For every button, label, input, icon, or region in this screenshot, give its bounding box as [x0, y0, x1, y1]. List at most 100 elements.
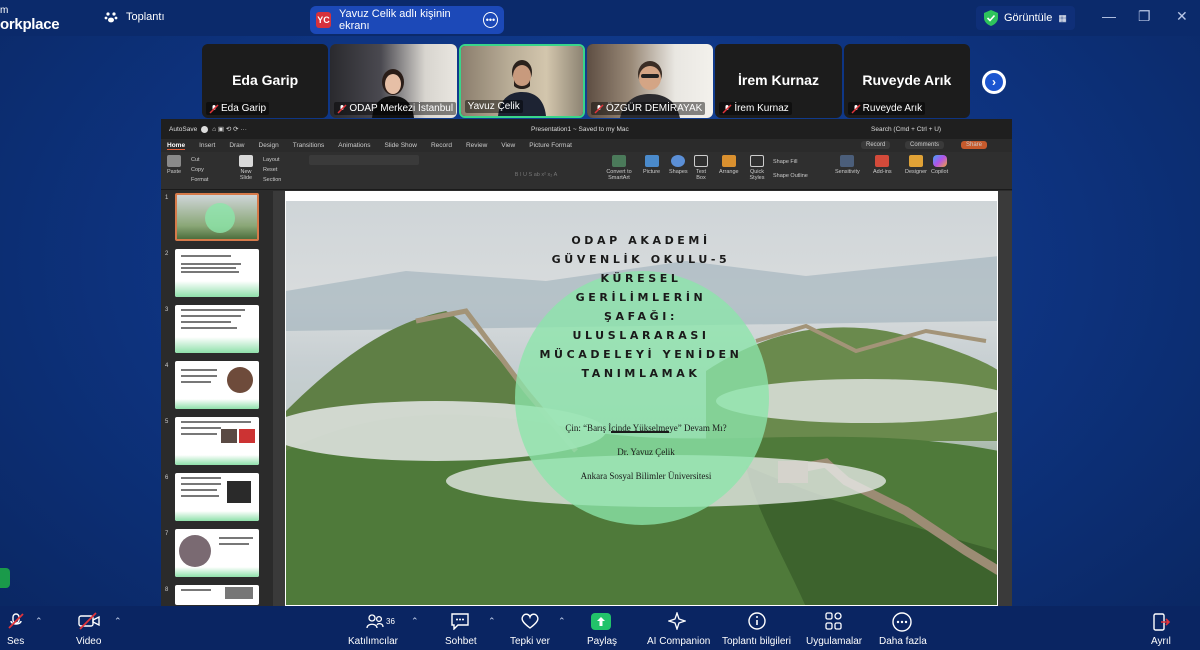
chat-chevron-icon[interactable]: ⌃: [488, 616, 496, 627]
font-select[interactable]: [309, 155, 419, 165]
slide-author[interactable]: Dr. Yavuz Çelik: [526, 447, 766, 457]
share-button[interactable]: Share: [961, 141, 988, 149]
textbox-button[interactable]: Text Box: [693, 155, 709, 181]
participant-tile[interactable]: Ruveyde Arık Ruveyde Arık: [843, 44, 970, 118]
slide-thumb-5[interactable]: [175, 417, 259, 465]
tab-home[interactable]: Home: [167, 142, 186, 150]
designer-button[interactable]: Designer: [905, 155, 927, 175]
tab-animations[interactable]: Animations: [338, 142, 370, 149]
slide-thumb-1[interactable]: [175, 193, 259, 241]
participants-chevron-icon[interactable]: ⌃: [411, 616, 419, 627]
tab-transitions[interactable]: Transitions: [293, 142, 325, 149]
ai-companion-button[interactable]: [666, 610, 688, 635]
next-page-button[interactable]: ›: [982, 70, 1006, 94]
slide-1[interactable]: ODAP AKADEMİ GÜVENLİK OKULU-5 KÜRESEL GE…: [285, 200, 998, 606]
shapes-button[interactable]: Shapes: [669, 155, 688, 175]
shape-fill-button[interactable]: Shape Fill: [773, 155, 808, 169]
tab-draw[interactable]: Draw: [229, 142, 244, 149]
view-label: Görüntüle: [1004, 12, 1053, 24]
participant-tile-active-speaker[interactable]: Yavuz Çelik: [458, 44, 585, 118]
more-options-icon[interactable]: •••: [482, 12, 498, 28]
meeting-info-button[interactable]: [748, 612, 766, 635]
pencil-icon[interactable]: [0, 568, 10, 588]
close-icon[interactable]: ✕: [1176, 8, 1188, 25]
reset-button[interactable]: Reset: [263, 165, 281, 175]
doc-title: Presentation1 ~ Saved to my Mac: [531, 125, 629, 133]
slide-affiliation[interactable]: Ankara Sosyal Bilimler Üniversitesi: [526, 471, 766, 481]
slide-thumb-7[interactable]: [175, 529, 259, 577]
cut-button[interactable]: Cut: [191, 155, 208, 165]
quick-styles-button[interactable]: Quick Styles: [747, 155, 767, 181]
layout-button[interactable]: Layout: [263, 155, 281, 165]
selected-textbox-frame[interactable]: [285, 191, 998, 200]
chat-icon: [451, 613, 469, 631]
arrange-button[interactable]: Arrange: [719, 155, 739, 175]
slide-thumb-4[interactable]: [175, 361, 259, 409]
participant-tile[interactable]: ODAP Merkezi İstanbul: [330, 44, 457, 118]
participant-name: Yavuz Çelik: [467, 101, 520, 112]
slide-thumb-2[interactable]: [175, 249, 259, 297]
slide-thumb-3[interactable]: [175, 305, 259, 353]
react-chevron-icon[interactable]: ⌃: [558, 616, 566, 627]
participants-label: Katılımcılar: [348, 636, 399, 647]
share-icon: [597, 616, 605, 626]
restore-icon[interactable]: ❐: [1138, 8, 1151, 25]
slide-thumbnails: 1 2 3 4 5 6 7 8: [161, 191, 273, 606]
screen-share-tab[interactable]: YC Yavuz Celik adlı kişinin ekranı •••: [310, 6, 504, 34]
meeting-tab[interactable]: Toplantı: [104, 10, 165, 24]
autosave-label: AutoSave: [169, 125, 198, 133]
copy-button[interactable]: Copy: [191, 165, 208, 175]
share-screen-button[interactable]: [591, 613, 611, 630]
mic-off-icon: [337, 103, 347, 114]
participant-tile[interactable]: ÖZGÜR DEMİRAYAK: [587, 44, 714, 118]
format-button[interactable]: Format: [191, 175, 208, 185]
participant-tile[interactable]: İrem Kurnaz İrem Kurnaz: [715, 44, 842, 118]
audio-options-chevron-icon[interactable]: ⌃: [35, 616, 43, 627]
chat-button[interactable]: [450, 612, 470, 635]
tab-design[interactable]: Design: [259, 142, 279, 149]
section-button[interactable]: Section: [263, 175, 281, 185]
participant-tile[interactable]: Eda Garip Eda Garip: [202, 44, 329, 118]
new-slide-button[interactable]: New Slide: [235, 155, 257, 181]
audio-button[interactable]: [5, 612, 27, 635]
slide-title[interactable]: ODAP AKADEMİ GÜVENLİK OKULU-5 KÜRESEL GE…: [486, 231, 796, 383]
paw-icon: [104, 12, 118, 23]
paste-button[interactable]: Paste: [167, 155, 181, 175]
sensitivity-button[interactable]: Sensitivity: [835, 155, 860, 175]
tab-insert[interactable]: Insert: [199, 142, 215, 149]
record-button[interactable]: Record: [861, 141, 891, 149]
participant-count: 36: [386, 617, 395, 626]
tab-record[interactable]: Record: [431, 142, 452, 149]
tab-view[interactable]: View: [501, 142, 515, 149]
mic-off-icon: [722, 103, 732, 114]
slide-thumb-8[interactable]: [175, 585, 259, 605]
leave-button[interactable]: [1151, 612, 1171, 637]
picture-button[interactable]: Picture: [643, 155, 660, 175]
video-button[interactable]: [78, 612, 100, 635]
ai-companion-label: AI Companion: [647, 636, 711, 647]
slide-subtitle[interactable]: Çin: “Barış İçinde Yükselmeye” Devam Mı?: [526, 423, 766, 433]
minimize-icon[interactable]: —: [1102, 8, 1116, 24]
participants-button[interactable]: [366, 613, 384, 634]
autosave-toggle[interactable]: [201, 125, 209, 133]
more-button[interactable]: [892, 612, 912, 637]
view-button[interactable]: Görüntüle ▦: [976, 6, 1075, 30]
react-button[interactable]: [520, 612, 540, 635]
shape-outline-button[interactable]: Shape Outline: [773, 169, 808, 183]
search-field[interactable]: Search (Cmd + Ctrl + U): [871, 126, 941, 133]
tab-review[interactable]: Review: [466, 142, 487, 149]
apps-button[interactable]: [825, 612, 843, 635]
participant-name: ODAP Merkezi İstanbul: [349, 103, 454, 114]
video-options-chevron-icon[interactable]: ⌃: [114, 616, 122, 627]
convert-smartart-button[interactable]: Convert to SmartArt: [599, 155, 639, 181]
apps-icon: [825, 612, 842, 630]
addins-button[interactable]: Add-ins: [873, 155, 892, 175]
copilot-button[interactable]: Copilot: [931, 155, 948, 175]
share-tab-label: Yavuz Celik adlı kişinin ekranı: [338, 8, 451, 32]
comments-button[interactable]: Comments: [905, 141, 945, 149]
apps-label: Uygulamalar: [806, 636, 863, 647]
mic-off-icon: [209, 103, 219, 114]
tab-slideshow[interactable]: Slide Show: [384, 142, 417, 149]
tab-picture-format[interactable]: Picture Format: [529, 142, 572, 149]
slide-thumb-6[interactable]: [175, 473, 259, 521]
